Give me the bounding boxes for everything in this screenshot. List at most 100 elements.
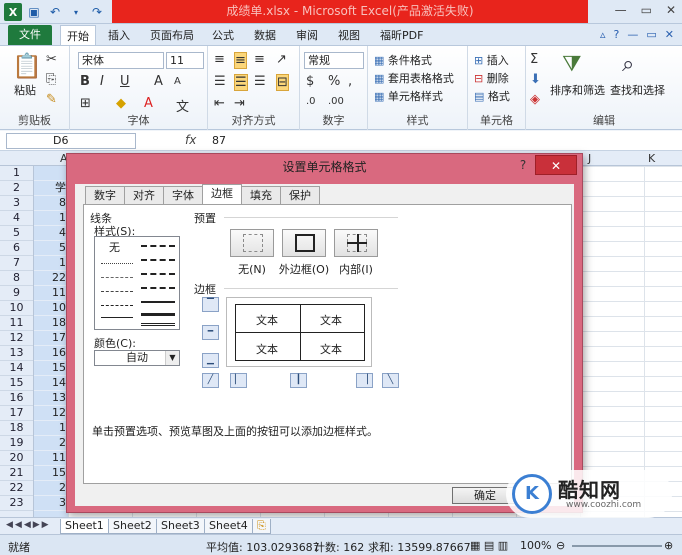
cell-a[interactable]: 3 <box>34 496 68 511</box>
align-middle-icon[interactable]: ≡ <box>234 52 247 69</box>
align-right-icon[interactable]: ☰ <box>254 74 266 89</box>
sheet-tab[interactable]: Sheet1 <box>60 519 109 534</box>
new-sheet-icon[interactable]: ⎘ <box>252 519 271 534</box>
ribbon-minimize-icon[interactable]: ▵ <box>600 28 606 41</box>
cell-a[interactable]: 15 <box>34 361 68 376</box>
fill-color-icon[interactable]: ◆ <box>116 96 126 111</box>
find-select-icon[interactable]: ⌕ <box>622 52 634 77</box>
line-style-none[interactable]: 无 <box>109 239 120 255</box>
preset-outline-button[interactable] <box>282 229 326 257</box>
cell-a[interactable]: 4 <box>34 226 68 241</box>
row-header[interactable]: 5 <box>0 226 33 241</box>
align-top-icon[interactable]: ≡ <box>214 52 225 67</box>
tab-insert[interactable]: 插入 <box>108 27 130 43</box>
dropdown-arrow-icon[interactable]: ▾ <box>67 3 85 21</box>
border-right-button[interactable]: ▕ <box>356 373 373 388</box>
cell-a[interactable]: 17 <box>34 331 68 346</box>
minimize-icon[interactable]: — <box>615 3 627 17</box>
cell-a[interactable]: 1 <box>34 256 68 271</box>
line-style-thin[interactable] <box>101 317 133 318</box>
row-header[interactable]: 19 <box>0 436 33 451</box>
copy-icon[interactable]: ⎘ <box>46 72 56 87</box>
orientation-icon[interactable]: ↗ <box>276 52 287 67</box>
dialog-tab-number[interactable]: 数字 <box>85 186 125 204</box>
font-size-select[interactable]: 11 <box>166 52 204 69</box>
font-family-select[interactable]: 宋体 <box>78 52 164 69</box>
cut-icon[interactable]: ✂ <box>46 52 57 67</box>
row-header[interactable]: 15 <box>0 376 33 391</box>
cell-a[interactable]: 2 <box>34 436 68 451</box>
merge-center-icon[interactable]: ⊟ <box>276 74 289 91</box>
border-bottom-button[interactable]: ▁ <box>202 353 219 368</box>
formula-input[interactable]: 87 <box>212 134 226 147</box>
redo-icon[interactable]: ↷ <box>88 3 106 21</box>
close-icon[interactable]: ✕ <box>666 3 676 17</box>
sheet-tab[interactable]: Sheet4 <box>204 519 253 534</box>
align-left-icon[interactable]: ☰ <box>214 74 226 89</box>
fill-icon[interactable]: ⬇ <box>530 72 541 87</box>
row-header[interactable]: 8 <box>0 271 33 286</box>
line-style-dotted[interactable] <box>101 263 133 264</box>
line-color-select[interactable]: 自动 ▼ <box>94 350 180 366</box>
tab-foxit-pdf[interactable]: 福昕PDF <box>380 27 423 43</box>
zoom-in-icon[interactable]: ⊕ <box>664 539 673 552</box>
sort-filter-icon[interactable]: ⧩ <box>562 52 582 77</box>
help-icon[interactable]: ? <box>614 28 620 41</box>
name-box[interactable]: D6 <box>6 133 136 149</box>
italic-button[interactable]: I <box>100 74 104 89</box>
insert-function-icon[interactable]: fx <box>185 133 196 147</box>
tab-page-layout[interactable]: 页面布局 <box>150 27 194 43</box>
border-diagonal-down-button[interactable]: ╲ <box>382 373 399 388</box>
row-header[interactable]: 3 <box>0 196 33 211</box>
comma-icon[interactable]: , <box>348 74 352 89</box>
shrink-font-button[interactable]: A <box>174 76 181 87</box>
cell-a[interactable]: 22 <box>34 271 68 286</box>
row-header[interactable]: 12 <box>0 331 33 346</box>
decrease-indent-icon[interactable]: ⇤ <box>214 96 225 111</box>
font-color-icon[interactable]: A <box>144 96 153 111</box>
zoom-slider[interactable] <box>572 545 662 547</box>
doc-close-icon[interactable]: ✕ <box>665 28 674 41</box>
sheet-tab[interactable]: Sheet3 <box>156 519 205 534</box>
row-header[interactable]: 1 <box>0 166 33 181</box>
cell-a[interactable]: 18 <box>34 316 68 331</box>
format-as-table-button[interactable]: ▦ 套用表格格式 <box>374 70 454 86</box>
paste-button[interactable]: 粘贴 <box>14 82 36 98</box>
cell-a[interactable]: 16 <box>34 346 68 361</box>
row-header[interactable]: 2 <box>0 181 33 196</box>
paste-icon[interactable]: 📋 <box>12 52 42 80</box>
percent-icon[interactable]: % <box>328 74 340 89</box>
line-style-dash-dot[interactable] <box>101 305 133 306</box>
cell-a[interactable]: 11 <box>34 286 68 301</box>
align-bottom-icon[interactable]: ≡ <box>254 52 265 67</box>
cell-a[interactable] <box>34 166 68 181</box>
insert-cells-button[interactable]: ⊞ 插入 <box>474 52 509 68</box>
column-header-j[interactable]: J <box>588 152 591 165</box>
underline-button[interactable]: U <box>120 74 130 89</box>
row-header[interactable]: 6 <box>0 241 33 256</box>
line-style-slant-dash-dot[interactable] <box>141 259 175 261</box>
cell-a[interactable]: 12 <box>34 406 68 421</box>
grow-font-button[interactable]: A <box>154 74 163 89</box>
number-format-select[interactable]: 常规 <box>304 52 364 69</box>
border-preview[interactable]: 文本 文本 文本 文本 <box>226 297 372 367</box>
sort-filter-button[interactable]: 排序和筛选 <box>550 82 605 98</box>
line-style-medium-dash-dot-dot[interactable] <box>141 245 175 247</box>
maximize-icon[interactable]: ▭ <box>641 3 652 17</box>
dialog-help-button[interactable]: ? <box>511 155 535 175</box>
view-buttons[interactable]: ▦ ▤ ▥ <box>470 539 508 552</box>
accounting-icon[interactable]: $ <box>306 74 314 89</box>
row-header[interactable]: 16 <box>0 391 33 406</box>
cell-a[interactable]: 学 <box>34 181 68 196</box>
row-header[interactable]: 4 <box>0 211 33 226</box>
line-style-dash-dot-dot[interactable] <box>101 291 133 292</box>
cell-a[interactable]: 1 <box>34 211 68 226</box>
tab-formulas[interactable]: 公式 <box>212 27 234 43</box>
undo-icon[interactable]: ↶ <box>46 3 64 21</box>
line-style-medium-dashed[interactable] <box>141 287 175 289</box>
row-header[interactable]: 7 <box>0 256 33 271</box>
conditional-format-button[interactable]: ▦ 条件格式 <box>374 52 432 68</box>
row-header[interactable]: 14 <box>0 361 33 376</box>
line-style-double[interactable] <box>141 323 175 326</box>
column-header-k[interactable]: K <box>648 152 655 165</box>
